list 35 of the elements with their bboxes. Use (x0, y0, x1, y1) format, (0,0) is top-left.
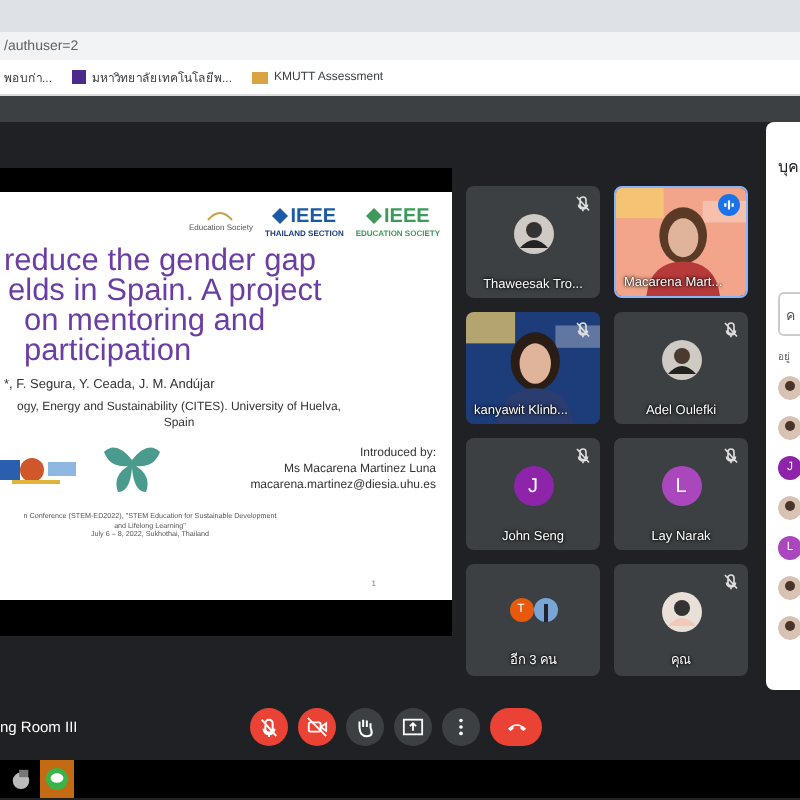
app-icon (9, 768, 31, 790)
mic-off-button[interactable] (250, 707, 288, 745)
book-icon (72, 70, 87, 84)
slide-title: on mentoring and (22, 306, 266, 336)
more-button[interactable] (442, 707, 480, 745)
slide-title: participation (22, 336, 192, 366)
avatar-icon (513, 214, 553, 254)
raise-hand-icon (354, 715, 376, 737)
avatar-icon (661, 592, 701, 632)
avatar-photo-icon (533, 598, 557, 622)
logos-drawing (0, 454, 80, 486)
avatar-icon (778, 616, 800, 640)
panel-title: บุค (778, 156, 800, 180)
avatar-icon (778, 496, 800, 520)
avatar: L (661, 466, 701, 506)
butterfly-icon (100, 444, 164, 496)
present-button[interactable] (394, 707, 432, 745)
slide-title: reduce the gender gap (4, 246, 316, 276)
avatar-icon (778, 416, 800, 440)
camera-off-icon (306, 715, 328, 737)
raise-hand-button[interactable] (346, 707, 384, 745)
speaking-icon (718, 194, 740, 216)
camera-off-button[interactable] (298, 707, 336, 745)
avatar: J (513, 466, 553, 506)
diamond-icon (366, 208, 383, 225)
present-icon (402, 715, 424, 737)
chat-icon (46, 768, 68, 790)
avatar-icon (661, 340, 701, 380)
slide-title: elds in Spain. A project (6, 276, 324, 306)
end-call-button[interactable] (490, 707, 542, 745)
diamond-icon (272, 208, 289, 225)
avatar-icon (778, 576, 800, 600)
mic-off-icon (258, 715, 280, 737)
avatar-icon (778, 376, 800, 400)
folder-icon (252, 70, 269, 84)
